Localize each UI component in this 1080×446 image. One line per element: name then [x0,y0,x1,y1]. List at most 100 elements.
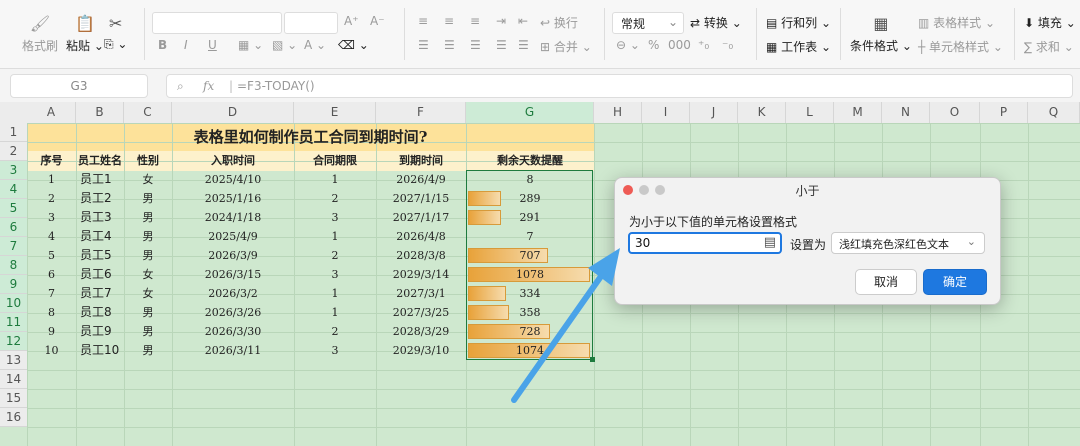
font-size-select[interactable] [284,12,338,34]
column-header-k[interactable]: K [738,102,786,124]
table-cell[interactable]: 男 [124,303,172,322]
table-cell[interactable]: 女 [124,284,172,303]
outdent-icon[interactable]: ⇤ [518,14,528,28]
percent-icon[interactable]: % [648,38,659,52]
decrease-decimal-icon[interactable]: ⁻₀ [722,38,733,52]
table-cell[interactable]: 2 [294,246,376,265]
currency-icon[interactable]: ⊖ ⌄ [616,38,640,52]
table-cell[interactable]: 5 [27,246,76,265]
table-cell[interactable]: 员工5 [76,246,124,265]
column-header-i[interactable]: I [642,102,690,124]
worksheet-button[interactable]: ▦ 工作表 ⌄ [766,38,831,55]
table-cell[interactable]: 员工4 [76,227,124,246]
column-header-d[interactable]: D [172,102,294,124]
row-header-4[interactable]: 4 [0,180,28,199]
formula-input[interactable]: ⌕ fx | =F3-TODAY() [166,74,1073,98]
column-header-p[interactable]: P [980,102,1028,124]
table-cell[interactable]: 7 [27,284,76,303]
table-cell[interactable]: 2026/3/26 [172,303,294,322]
table-cell[interactable]: 男 [124,189,172,208]
align-right-icon[interactable]: ☰ [470,38,481,52]
table-cell[interactable]: 2026/3/15 [172,265,294,284]
border-icon[interactable]: ▦ ⌄ [238,38,263,52]
table-cell[interactable]: 1 [27,170,76,189]
row-header-13[interactable]: 13 [0,351,28,370]
table-cell[interactable]: 3 [294,208,376,227]
table-cell[interactable]: 男 [124,246,172,265]
table-cell[interactable]: 2026/4/9 [376,170,466,189]
align-bottom-icon[interactable]: ≡ [470,14,480,28]
table-cell[interactable]: 3 [27,208,76,227]
column-header-n[interactable]: N [882,102,930,124]
table-cell[interactable]: 员工6 [76,265,124,284]
increase-font-icon[interactable]: A⁺ [344,14,359,28]
column-header-f[interactable]: F [376,102,466,124]
table-cell[interactable]: 员工9 [76,322,124,341]
range-picker-icon[interactable]: ▤ [764,235,776,250]
table-cell[interactable]: 2029/3/10 [376,341,466,360]
table-cell[interactable]: 2026/3/11 [172,341,294,360]
cut-button[interactable]: ✂ ⎘ ⌄ [104,12,127,52]
fill-color-icon[interactable]: ▧ ⌄ [272,38,297,52]
number-format-select[interactable]: 常规 ⌄ [612,12,684,34]
table-cell[interactable]: 2026/3/30 [172,322,294,341]
align-left-icon[interactable]: ☰ [418,38,429,52]
row-header-15[interactable]: 15 [0,389,28,408]
underline-button[interactable]: U [208,38,217,52]
row-header-5[interactable]: 5 [0,199,28,218]
table-cell[interactable]: 男 [124,227,172,246]
table-cell[interactable]: 1 [294,303,376,322]
select-all-corner[interactable] [0,102,28,124]
table-cell[interactable]: 1 [294,170,376,189]
justify-icon[interactable]: ☰ [496,38,507,52]
table-cell[interactable]: 男 [124,341,172,360]
table-cell[interactable]: 3 [294,341,376,360]
column-header-m[interactable]: M [834,102,882,124]
italic-button[interactable]: I [184,38,188,52]
table-cell[interactable]: 6 [27,265,76,284]
row-header-2[interactable]: 2 [0,142,28,161]
table-cell[interactable]: 2 [27,189,76,208]
table-cell[interactable]: 员工8 [76,303,124,322]
table-cell[interactable]: 2025/4/10 [172,170,294,189]
copy-icon[interactable]: ⎘ ⌄ [104,37,127,52]
table-cell[interactable]: 8 [27,303,76,322]
bold-button[interactable]: B [158,38,167,52]
cancel-button[interactable]: 取消 [855,269,917,295]
thousands-icon[interactable]: 000 [668,38,691,52]
table-cell[interactable]: 2027/1/15 [376,189,466,208]
table-cell[interactable]: 1 [294,284,376,303]
fx-icon[interactable]: fx [203,75,214,97]
table-cell[interactable]: 2027/3/25 [376,303,466,322]
column-header-a[interactable]: A [27,102,76,124]
table-cell[interactable]: 1 [294,227,376,246]
table-cell[interactable]: 4 [27,227,76,246]
column-header-c[interactable]: C [124,102,172,124]
font-family-select[interactable] [152,12,282,34]
distribute-icon[interactable]: ☰ [518,38,529,52]
row-header-12[interactable]: 12 [0,332,28,351]
align-middle-icon[interactable]: ≡ [444,14,454,28]
row-header-3[interactable]: 3 [0,161,28,180]
row-header-6[interactable]: 6 [0,218,28,237]
name-box[interactable]: G3 [10,74,148,98]
indent-icon[interactable]: ⇥ [496,14,506,28]
convert-button[interactable]: ⇄ 转换 ⌄ [690,14,742,31]
zoom-icon[interactable]: ⌕ [177,75,184,97]
table-cell[interactable]: 员工3 [76,208,124,227]
table-cell[interactable]: 男 [124,208,172,227]
table-cell[interactable]: 3 [294,265,376,284]
cell-style-button[interactable]: ┼ 单元格样式 ⌄ [918,38,1003,55]
column-header-o[interactable]: O [930,102,980,124]
table-cell[interactable]: 2024/1/18 [172,208,294,227]
wrap-button[interactable]: ↩ 换行 [540,14,578,31]
row-header-9[interactable]: 9 [0,275,28,294]
table-cell[interactable]: 2026/3/2 [172,284,294,303]
increase-decimal-icon[interactable]: ⁺₀ [698,38,709,52]
table-cell[interactable]: 员工10 [76,341,124,360]
row-header-7[interactable]: 7 [0,237,28,256]
column-header-g[interactable]: G [466,102,594,124]
row-header-11[interactable]: 11 [0,313,28,332]
table-cell[interactable]: 女 [124,265,172,284]
table-cell[interactable]: 2029/3/14 [376,265,466,284]
